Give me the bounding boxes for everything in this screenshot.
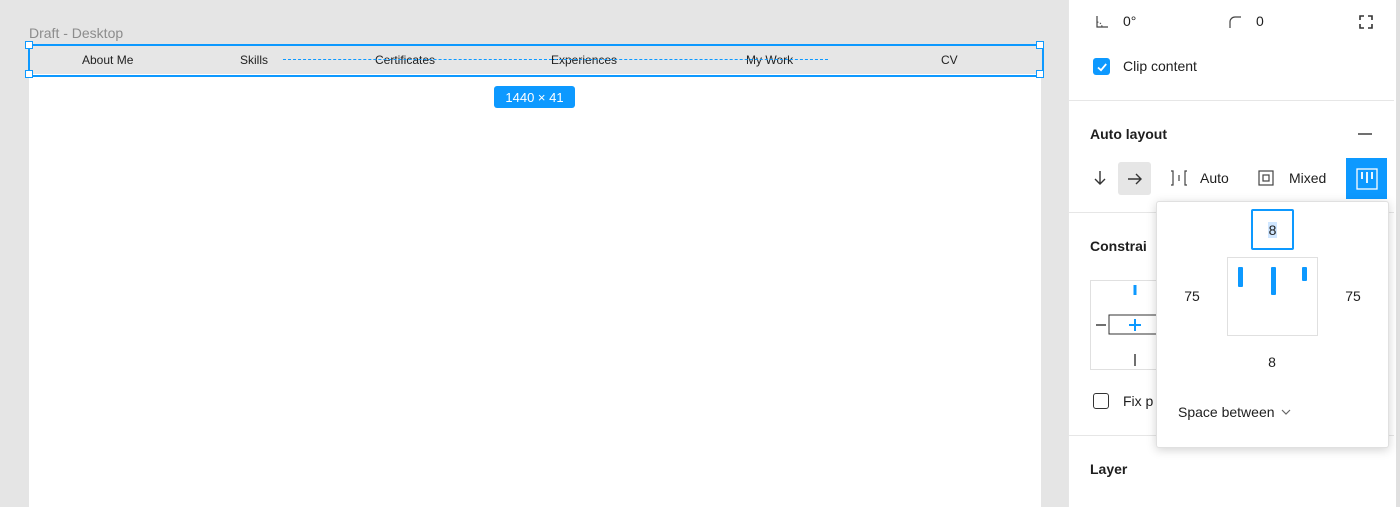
clip-content-checkbox[interactable] <box>1093 58 1110 75</box>
auto-layout-title: Auto layout <box>1090 126 1167 142</box>
chevron-down-icon <box>1281 409 1290 415</box>
resize-handle-top-left[interactable] <box>25 41 33 49</box>
resize-handle-bottom-left[interactable] <box>25 70 33 78</box>
padding-left-input[interactable]: 75 <box>1177 288 1207 304</box>
desktop-frame[interactable] <box>29 46 1041 507</box>
padding-top-input[interactable]: 8 <box>1251 209 1294 250</box>
padding-top-value: 8 <box>1267 221 1278 238</box>
clip-content-label[interactable]: Clip content <box>1123 58 1197 74</box>
arrow-right-icon <box>1127 173 1142 184</box>
minus-icon[interactable] <box>1357 126 1373 142</box>
alignment-preview-bar <box>1271 267 1276 295</box>
item-spacing-value[interactable]: Auto <box>1200 170 1229 186</box>
frame-label[interactable]: Draft - Desktop <box>29 25 123 41</box>
resize-handle-bottom-right[interactable] <box>1036 70 1044 78</box>
constraints-title: Constrai <box>1090 238 1147 254</box>
padding-value[interactable]: Mixed <box>1289 170 1326 186</box>
padding-icon <box>1257 169 1275 187</box>
distribution-value: Space between <box>1178 404 1275 420</box>
alignment-preview-grid[interactable] <box>1227 257 1318 336</box>
alignment-preview-bar <box>1238 267 1243 287</box>
resize-handle-top-right[interactable] <box>1036 41 1044 49</box>
direction-horizontal-button[interactable] <box>1118 162 1151 195</box>
alignment-preview-bar <box>1302 267 1307 281</box>
distribution-dropdown[interactable]: Space between <box>1178 404 1291 420</box>
spacing-between-icon <box>1168 169 1190 187</box>
corner-radius-icon <box>1227 14 1243 30</box>
selection-box[interactable] <box>28 44 1044 77</box>
alignment-button[interactable] <box>1346 158 1387 199</box>
checkmark-icon <box>1096 62 1107 71</box>
rotation-value[interactable]: 0° <box>1123 13 1136 29</box>
fix-position-checkbox[interactable] <box>1093 393 1109 409</box>
angle-icon <box>1094 14 1110 30</box>
arrow-down-icon[interactable] <box>1092 170 1108 186</box>
section-divider <box>1068 100 1394 101</box>
padding-bottom-input[interactable]: 8 <box>1257 354 1287 370</box>
fix-position-label[interactable]: Fix p <box>1123 393 1153 409</box>
corner-radius-value[interactable]: 0 <box>1256 13 1264 29</box>
layer-title: Layer <box>1090 461 1128 477</box>
expand-corners-icon[interactable] <box>1358 14 1374 30</box>
size-badge: 1440 × 41 <box>494 86 575 108</box>
padding-right-input[interactable]: 75 <box>1338 288 1368 304</box>
panel-scrollbar[interactable] <box>1396 0 1400 507</box>
alignment-icon <box>1355 167 1378 190</box>
